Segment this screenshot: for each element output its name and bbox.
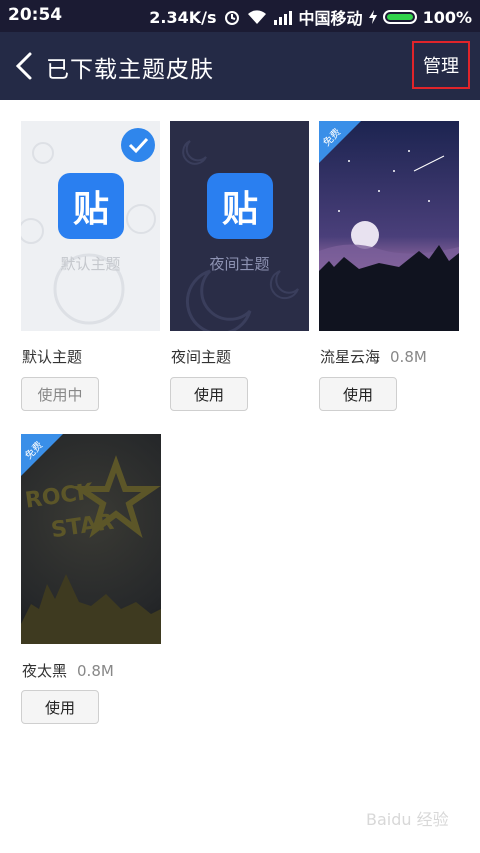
- back-arrow-icon[interactable]: [12, 48, 40, 84]
- status-time: 20:54: [8, 5, 63, 25]
- baidu-watermark: Baidu 经验: [366, 810, 449, 829]
- in-use-button[interactable]: 使用中: [21, 377, 99, 411]
- alarm-icon: [224, 11, 239, 25]
- theme-size: 0.8M: [77, 662, 114, 680]
- theme-name-text: 流星云海: [320, 348, 381, 366]
- wifi-icon: [247, 10, 266, 24]
- signal-icon: [273, 11, 292, 25]
- use-button[interactable]: 使用: [170, 377, 248, 411]
- network-speed: 2.34K/s: [149, 7, 217, 27]
- theme-name: 默认主题: [22, 346, 82, 367]
- theme-name: 夜间主题: [171, 346, 231, 367]
- theme-thumbnail-dark[interactable]: ROCK STAR 免费: [21, 434, 161, 644]
- charging-icon: [368, 10, 377, 24]
- theme-thumbnail-meteor[interactable]: 免费: [319, 121, 459, 331]
- carrier: 中国移动: [298, 9, 363, 28]
- theme-name: 流星云海 0.8M: [320, 346, 427, 367]
- theme-thumbnail-night[interactable]: 贴 夜间主题: [170, 121, 309, 331]
- theme-name-text: 夜太黑: [22, 662, 68, 680]
- page-title: 已下载主题皮肤: [46, 57, 214, 83]
- tieba-logo-icon: 贴: [58, 173, 124, 239]
- manage-button[interactable]: 管理: [412, 41, 470, 89]
- thumbnail-label: 夜间主题: [209, 255, 270, 273]
- selected-check-icon: [121, 128, 155, 162]
- theme-name-text: 夜间主题: [171, 348, 232, 366]
- status-bar: 20:54 2.34K/s 中国移动 100%: [0, 0, 480, 32]
- status-right: 2.34K/s 中国移动 100%: [149, 5, 472, 29]
- battery-fill: [386, 14, 413, 20]
- theme-size: 0.8M: [390, 348, 427, 366]
- tieba-logo-icon: 贴: [207, 173, 273, 239]
- title-bar: 已下载主题皮肤 管理: [0, 32, 480, 100]
- theme-thumbnail-default[interactable]: 贴 默认主题: [21, 121, 160, 331]
- use-button[interactable]: 使用: [21, 690, 99, 724]
- use-button[interactable]: 使用: [319, 377, 397, 411]
- battery-level: 100%: [422, 7, 472, 27]
- theme-name: 夜太黑 0.8M: [22, 660, 114, 681]
- theme-name-text: 默认主题: [22, 348, 83, 366]
- thumbnail-label: 默认主题: [60, 255, 121, 273]
- battery-icon: [382, 10, 417, 24]
